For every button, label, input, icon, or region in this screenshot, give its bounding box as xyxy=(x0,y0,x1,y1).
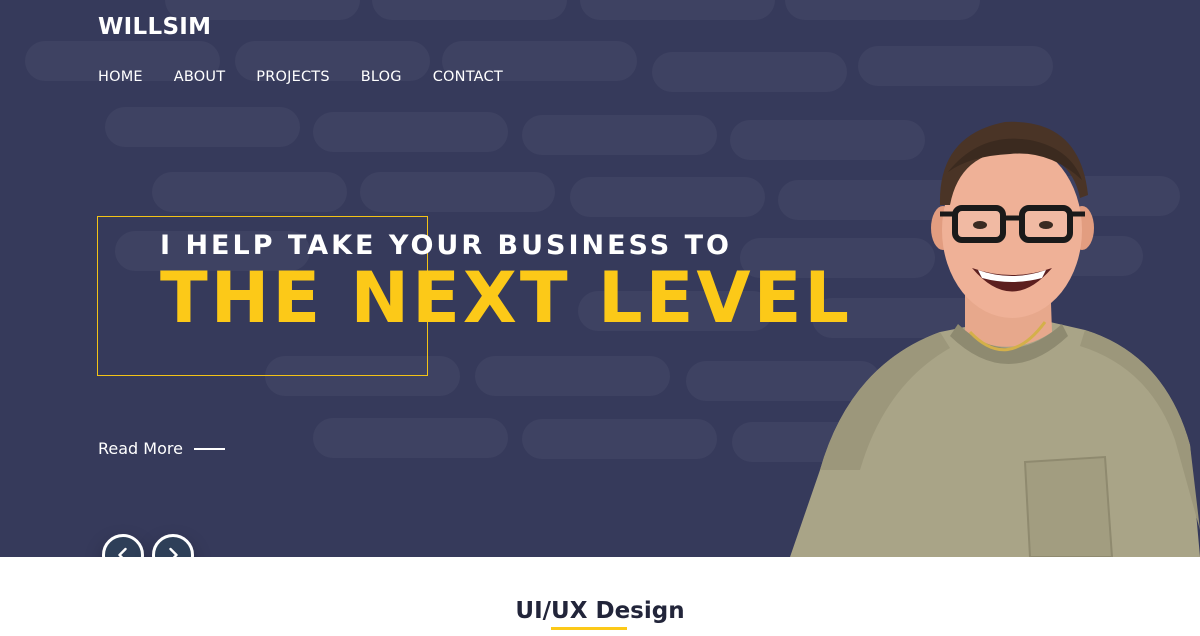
nav-item-about[interactable]: ABOUT xyxy=(174,69,226,85)
slider-controls xyxy=(102,534,194,557)
service-title-text: UI/UX Design xyxy=(515,598,685,624)
nav-item-home[interactable]: HOME xyxy=(98,69,143,85)
nav-item-contact[interactable]: CONTACT xyxy=(433,69,503,85)
site-logo[interactable]: WILLSIM xyxy=(98,14,211,40)
slider-next-button[interactable] xyxy=(152,534,194,557)
heading-underline xyxy=(551,627,628,630)
nav-item-projects[interactable]: PROJECTS xyxy=(256,69,329,85)
read-more-label: Read More xyxy=(98,439,183,458)
chevron-right-icon xyxy=(169,547,178,557)
hero-person-image xyxy=(790,121,1200,557)
read-more-line xyxy=(193,447,225,450)
service-heading: UI/UX Design xyxy=(515,598,685,630)
read-more-link[interactable]: Read More xyxy=(98,439,225,458)
slider-prev-button[interactable] xyxy=(102,534,144,557)
hero-section: WILLSIM HOME ABOUT PROJECTS BLOG CONTACT… xyxy=(0,0,1200,557)
hero-headline: THE NEXT LEVEL xyxy=(160,257,853,339)
service-section: UI/UX Design xyxy=(0,598,1200,630)
nav-item-blog[interactable]: BLOG xyxy=(361,69,402,85)
chevron-left-icon xyxy=(118,547,127,557)
main-nav: HOME ABOUT PROJECTS BLOG CONTACT xyxy=(98,69,503,85)
